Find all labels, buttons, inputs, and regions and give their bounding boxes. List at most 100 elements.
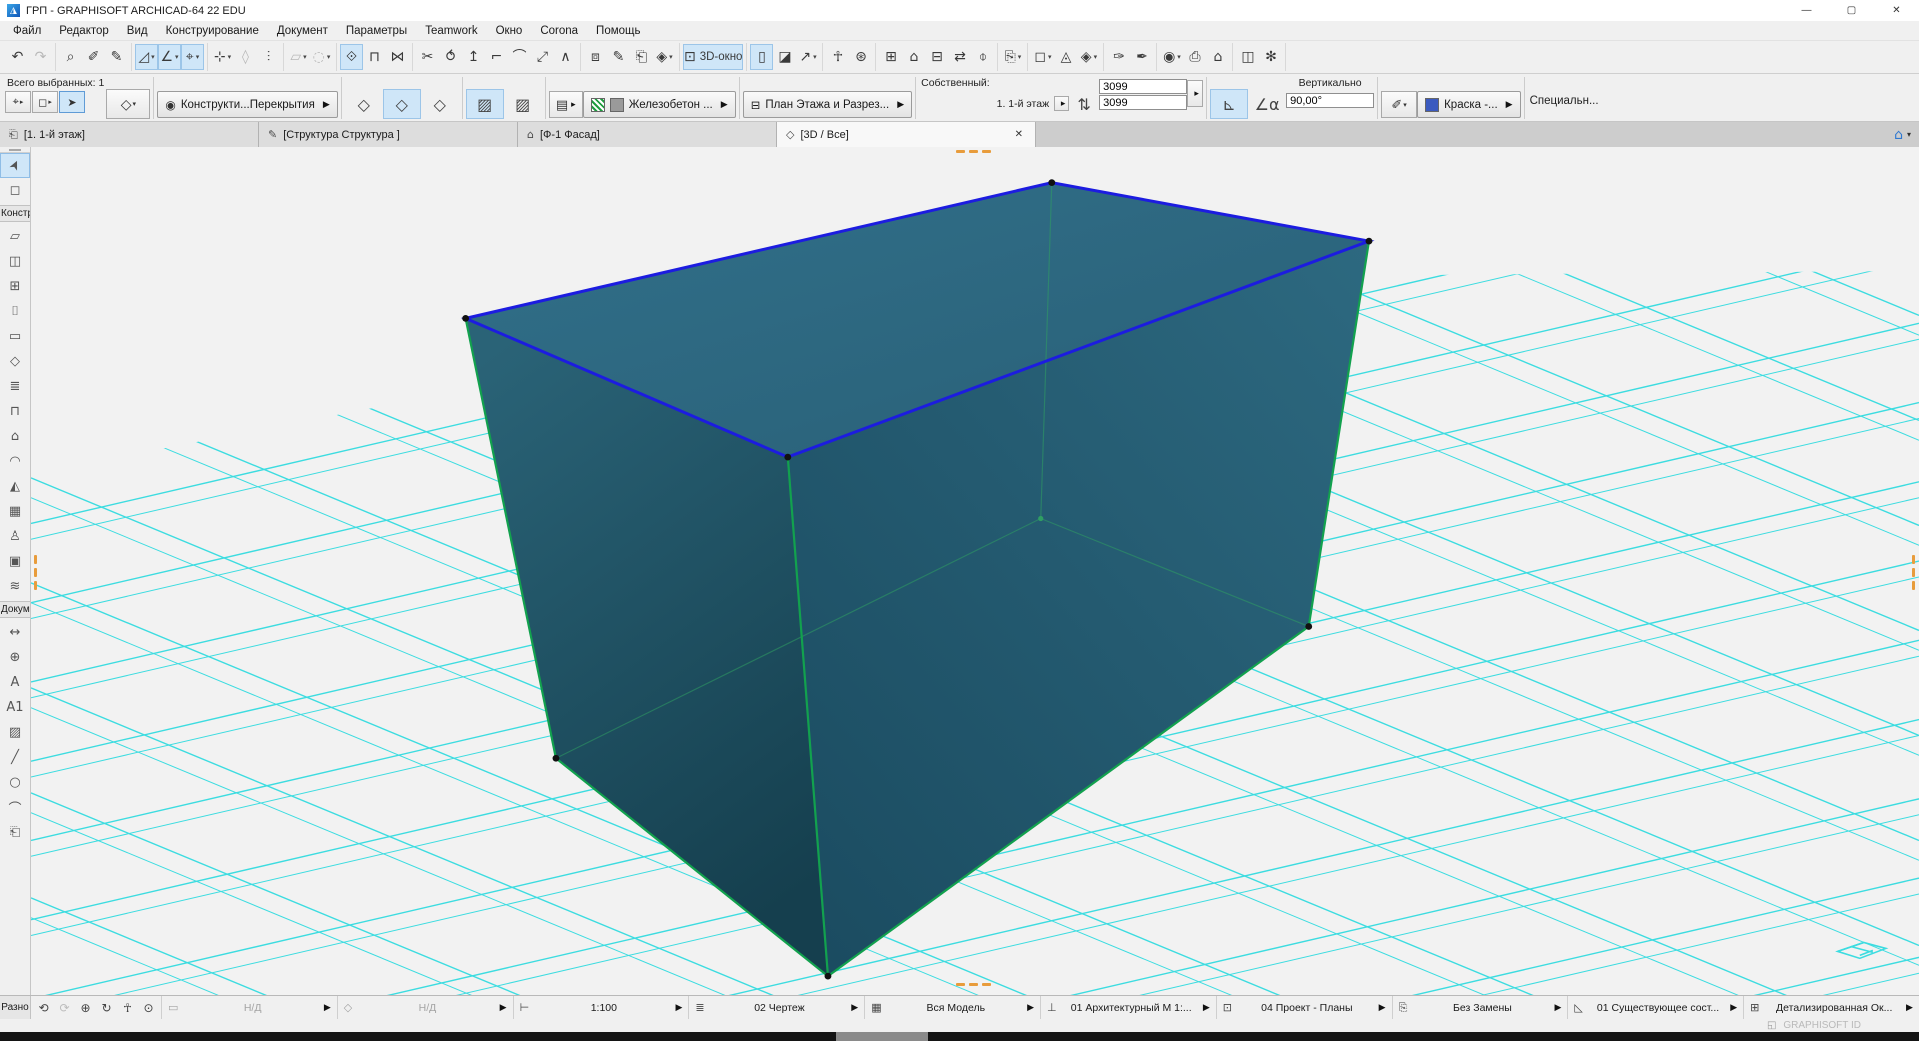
modify-button[interactable]: ✎ bbox=[607, 44, 630, 70]
mesh-tool[interactable]: ≋ bbox=[0, 574, 30, 599]
tab-elevation[interactable]: ⌂ [Ф-1 Фасад] bbox=[518, 122, 777, 147]
tab-3d-all[interactable]: ◇ [3D / Все] ✕ bbox=[777, 122, 1036, 147]
cut-fill-display-button[interactable]: ▨ bbox=[466, 89, 504, 119]
sample-surface-button[interactable]: ✒ bbox=[1130, 44, 1153, 70]
marquee-settings-button[interactable]: ◻▸ bbox=[32, 91, 58, 113]
scroll-indicator-right[interactable] bbox=[1912, 555, 1915, 590]
menu-item-5[interactable]: Документ bbox=[268, 24, 337, 38]
walk-mode-button[interactable]: ☥ bbox=[826, 44, 849, 70]
virtual-grid-button[interactable]: ⊞ bbox=[879, 44, 902, 70]
surface-paint-tool-button[interactable]: ✐ ▾ bbox=[1381, 91, 1417, 118]
scroll-indicator-left[interactable] bbox=[34, 555, 37, 590]
layers-quick-option[interactable]: ≣02 Чертеж▶ bbox=[688, 996, 864, 1019]
elevate-button[interactable]: ↥ bbox=[462, 44, 485, 70]
offset-expand-button[interactable]: ▸ bbox=[1187, 80, 1203, 107]
render-sun-button[interactable]: ⌂ bbox=[1206, 44, 1229, 70]
angle-value-input[interactable] bbox=[1286, 93, 1374, 108]
trace-options-button[interactable]: ◌▾ bbox=[310, 44, 333, 70]
tab-close-icon[interactable]: ✕ bbox=[1012, 129, 1026, 140]
snap-guides-button[interactable]: ∠▾ bbox=[158, 44, 181, 70]
solid-operations-button[interactable]: ◈▾ bbox=[1077, 44, 1100, 70]
orbit-button[interactable]: ⊛ bbox=[849, 44, 872, 70]
editing-plane-button[interactable]: ⟐ bbox=[340, 44, 363, 70]
dimension-tool[interactable]: ↔ bbox=[0, 620, 30, 645]
layer-combination-quick-option[interactable]: ◇Н/Д▶ bbox=[337, 996, 513, 1019]
line-tool[interactable]: ╱ bbox=[0, 745, 30, 770]
scroll-indicator-top[interactable] bbox=[956, 150, 991, 153]
minimize-button[interactable]: — bbox=[1784, 0, 1829, 21]
curtain-wall-tool[interactable]: ▦ bbox=[0, 499, 30, 524]
convert-selection-button[interactable]: ◬ bbox=[1054, 44, 1077, 70]
story-select-button[interactable]: ▸ bbox=[1054, 96, 1069, 111]
popup-navigator-button[interactable]: ⌂ bbox=[1894, 127, 1903, 143]
window-tool[interactable]: ⊞ bbox=[0, 274, 30, 299]
text-tool[interactable]: A bbox=[0, 670, 30, 695]
top-offset-input[interactable] bbox=[1099, 79, 1187, 94]
explore-nav-button[interactable]: ↻ bbox=[96, 998, 117, 1018]
parallel-projection-button[interactable]: ▯ bbox=[750, 44, 773, 70]
geometry-method-3-button[interactable]: ◇ bbox=[421, 89, 459, 119]
partial-structure-quick-option[interactable]: ⊞Детализированная Ок...▶ bbox=[1743, 996, 1919, 1019]
zone-tool[interactable]: ▣ bbox=[0, 549, 30, 574]
redo-button[interactable]: ↷ bbox=[29, 44, 52, 70]
angle-vertical-button[interactable]: ⊾ bbox=[1210, 89, 1248, 119]
home-story-button[interactable]: ⌂ bbox=[902, 44, 925, 70]
graphisoft-id-label[interactable]: GRAPHISOFT ID bbox=[1783, 1020, 1861, 1031]
orbit-nav-button[interactable]: ⟳ bbox=[54, 998, 75, 1018]
menu-item-9[interactable]: Corona bbox=[531, 24, 587, 38]
toolbox-section-констр[interactable]: Констр bbox=[0, 205, 30, 222]
scroll-zoom-button[interactable]: ⟲ bbox=[33, 998, 54, 1018]
grid-snap-button[interactable]: ⊹▾ bbox=[211, 44, 234, 70]
element-type-filter-button[interactable]: ◇ ▾ bbox=[106, 89, 150, 119]
wall-tool[interactable]: ▱ bbox=[0, 224, 30, 249]
surface-paint-button[interactable]: Краска -... ▶ bbox=[1417, 91, 1520, 118]
trace-reference-button[interactable]: ▱▾ bbox=[287, 44, 310, 70]
menu-item-7[interactable]: Teamwork bbox=[416, 24, 486, 38]
geometry-method-2-button[interactable]: ◇ bbox=[383, 89, 421, 119]
menu-item-3[interactable]: Вид bbox=[118, 24, 157, 38]
geometry-method-1-button[interactable]: ◇ bbox=[345, 89, 383, 119]
fly-through-button[interactable]: ◫ bbox=[1236, 44, 1259, 70]
fill-pen-button[interactable]: ▨ bbox=[504, 89, 542, 119]
walk-nav-button[interactable]: ☥ bbox=[117, 998, 138, 1018]
resize-button[interactable]: ⤢ bbox=[531, 44, 554, 70]
story-settings-button[interactable]: ⊟ bbox=[925, 44, 948, 70]
tab-section[interactable]: ✎ [Структура Структура ] bbox=[259, 122, 518, 147]
menu-item-1[interactable]: Файл bbox=[4, 24, 50, 38]
skewed-grid-button[interactable]: ◊ bbox=[234, 44, 257, 70]
door-tool[interactable]: ◫ bbox=[0, 249, 30, 274]
undo-button[interactable]: ↶ bbox=[6, 44, 29, 70]
transform-button[interactable]: ⧈ bbox=[584, 44, 607, 70]
marquee-3d-button[interactable]: ◻▾ bbox=[1031, 44, 1054, 70]
3d-window-button[interactable]: ⊡3D-окно bbox=[683, 44, 743, 70]
menu-item-10[interactable]: Помощь bbox=[587, 24, 649, 38]
graphic-override-quick-option[interactable]: ⎘Без Замены▶ bbox=[1392, 996, 1568, 1019]
slab-element[interactable] bbox=[462, 179, 1372, 979]
drawing-tool[interactable]: ⎗ bbox=[0, 820, 30, 845]
snap-points-button[interactable]: ⌖▾ bbox=[181, 44, 204, 70]
column-tool[interactable]: ⌷ bbox=[0, 299, 30, 324]
pick-up-parameters-button[interactable]: ✐ bbox=[82, 44, 105, 70]
composite-structure-button[interactable]: Железобетон ... ▶ bbox=[583, 91, 736, 118]
element-settings-button[interactable]: ◉ Конструкти...Перекрытия ▶ bbox=[157, 91, 337, 118]
fillet-button[interactable]: ⌒ bbox=[508, 44, 531, 70]
cut-fill-pen-button[interactable]: ▤ ▸ bbox=[549, 91, 583, 118]
fill-tool[interactable]: ▨ bbox=[0, 720, 30, 745]
renovation-filter-quick-option[interactable]: ◺01 Существующее сост...▶ bbox=[1567, 996, 1743, 1019]
capture-view-button[interactable]: ◉▾ bbox=[1160, 44, 1183, 70]
floor-plan-display-button[interactable]: ⊟ План Этажа и Разрез... ▶ bbox=[743, 91, 912, 118]
toolbox-section-докум[interactable]: Докум bbox=[0, 601, 30, 618]
stretch-button[interactable]: ⋈ bbox=[386, 44, 409, 70]
pen-set-quick-option[interactable]: ▭Н/Д▶ bbox=[161, 996, 337, 1019]
close-button[interactable]: ✕ bbox=[1874, 0, 1919, 21]
selection-settings-button[interactable]: ⌖▸ bbox=[5, 91, 31, 113]
gravity-button[interactable]: ⫶ bbox=[257, 44, 280, 70]
scroll-indicator-bottom[interactable] bbox=[956, 983, 991, 986]
level-dimension-tool[interactable]: ⊕ bbox=[0, 645, 30, 670]
mirror-view-button[interactable]: ⌽ bbox=[971, 44, 994, 70]
dimension-style-quick-option[interactable]: ⊥01 Архитектурный М 1:...▶ bbox=[1040, 996, 1216, 1019]
morph-tool[interactable]: ◭ bbox=[0, 474, 30, 499]
tab-floor-plan[interactable]: ⎗ [1. 1-й этаж] bbox=[0, 122, 259, 147]
view-folder-quick-option[interactable]: ⊡04 Проект - Планы▶ bbox=[1216, 996, 1392, 1019]
arrow-mode-button[interactable]: ➤ bbox=[59, 91, 85, 113]
